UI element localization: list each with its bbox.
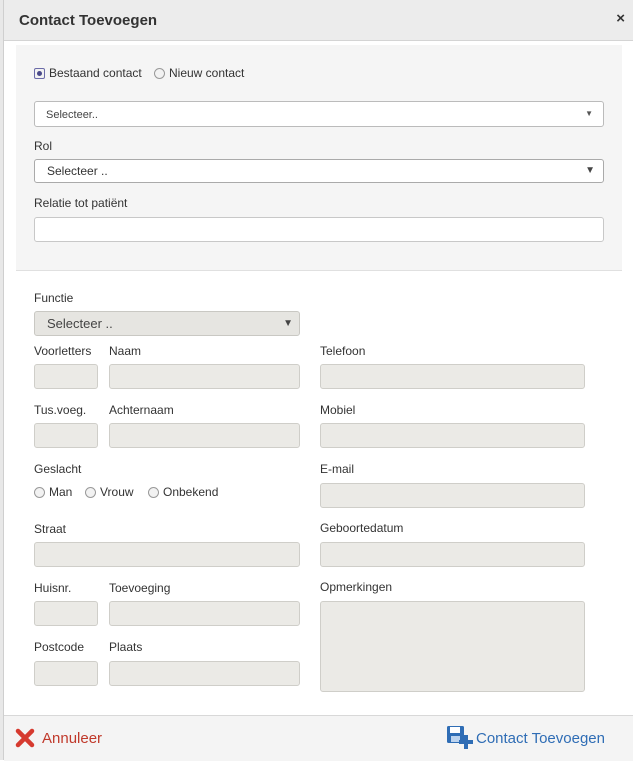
- achternaam-input[interactable]: [109, 423, 300, 448]
- postcode-label: Postcode: [34, 640, 85, 654]
- contact-dialog: Contact Toevoegen × Bestaand contact Nie…: [3, 0, 633, 761]
- role-label: Rol: [34, 139, 53, 153]
- relation-input[interactable]: [34, 217, 604, 242]
- tusvoeg-label: Tus.voeg.: [34, 403, 87, 417]
- telefoon-label: Telefoon: [320, 344, 366, 358]
- radio-new-indicator[interactable]: [154, 68, 165, 80]
- telefoon-input[interactable]: [320, 364, 585, 389]
- gender-onbekend-option[interactable]: Onbekend: [148, 485, 218, 499]
- achternaam-label: Achternaam: [109, 403, 174, 417]
- huisnr-label: Huisnr.: [34, 581, 72, 595]
- geboortedatum-input[interactable]: [320, 542, 585, 567]
- gender-man-option[interactable]: Man: [34, 485, 72, 499]
- functie-label: Functie: [34, 291, 74, 305]
- gender-onbekend-label: Onbekend: [163, 485, 219, 499]
- dialog-title: Contact Toevoegen: [19, 12, 158, 29]
- email-input[interactable]: [320, 483, 585, 508]
- geslacht-label: Geslacht: [34, 462, 82, 476]
- toevoeging-label: Toevoeging: [109, 581, 171, 595]
- radio-new-contact[interactable]: Nieuw contact: [154, 66, 244, 80]
- chevron-down-icon: ▼: [283, 318, 293, 329]
- mobiel-input[interactable]: [320, 423, 585, 448]
- chevron-down-icon: ▼: [585, 109, 593, 118]
- functie-select[interactable]: Selecteer .. ▼: [34, 311, 300, 336]
- gender-onbekend-radio[interactable]: [148, 487, 159, 499]
- straat-label: Straat: [34, 522, 67, 536]
- contact-select[interactable]: Selecteer.. ▼: [34, 101, 604, 127]
- role-select[interactable]: Selecteer .. ▼: [34, 159, 604, 183]
- voorletters-input[interactable]: [34, 364, 98, 389]
- close-x-icon: [15, 728, 35, 748]
- postcode-input[interactable]: [34, 661, 98, 686]
- cancel-button-label: Annuleer: [42, 729, 103, 747]
- toevoeging-input[interactable]: [109, 601, 300, 626]
- plaats-input[interactable]: [109, 661, 300, 686]
- radio-existing-contact[interactable]: Bestaand contact: [34, 66, 142, 80]
- close-icon[interactable]: ×: [616, 10, 625, 27]
- mobiel-label: Mobiel: [320, 403, 356, 417]
- gender-vrouw-label: Vrouw: [100, 485, 134, 499]
- plaats-label: Plaats: [109, 640, 143, 654]
- radio-existing-label: Bestaand contact: [49, 66, 142, 80]
- save-add-icon: [447, 726, 473, 749]
- contact-select-value: Selecteer..: [46, 109, 98, 121]
- naam-input[interactable]: [109, 364, 300, 389]
- voorletters-label: Voorletters: [34, 344, 92, 358]
- role-select-value: Selecteer ..: [47, 164, 108, 178]
- dialog-footer: Annuleer Contact Toevoegen: [4, 715, 633, 761]
- tusvoeg-input[interactable]: [34, 423, 98, 448]
- radio-new-label: Nieuw contact: [169, 66, 245, 80]
- naam-label: Naam: [109, 344, 142, 358]
- cancel-button[interactable]: Annuleer: [14, 727, 102, 749]
- add-contact-button-label: Contact Toevoegen: [476, 729, 605, 747]
- geboortedatum-label: Geboortedatum: [320, 521, 404, 535]
- relation-label: Relatie tot patiënt: [34, 196, 128, 210]
- radio-existing-indicator[interactable]: [34, 68, 45, 80]
- email-label: E-mail: [320, 462, 355, 476]
- opmerkingen-textarea[interactable]: [320, 601, 585, 692]
- gender-man-label: Man: [49, 485, 73, 499]
- gender-vrouw-radio[interactable]: [85, 487, 96, 499]
- chevron-down-icon: ▼: [585, 165, 595, 176]
- opmerkingen-label: Opmerkingen: [320, 580, 393, 594]
- functie-select-value: Selecteer ..: [47, 316, 113, 331]
- straat-input[interactable]: [34, 542, 300, 567]
- dialog-titlebar: Contact Toevoegen ×: [4, 0, 633, 41]
- contact-selection-panel: Bestaand contact Nieuw contact Selecteer…: [16, 45, 622, 271]
- huisnr-input[interactable]: [34, 601, 98, 626]
- gender-man-radio[interactable]: [34, 487, 45, 499]
- gender-vrouw-option[interactable]: Vrouw: [85, 485, 134, 499]
- add-contact-button[interactable]: Contact Toevoegen: [446, 725, 605, 751]
